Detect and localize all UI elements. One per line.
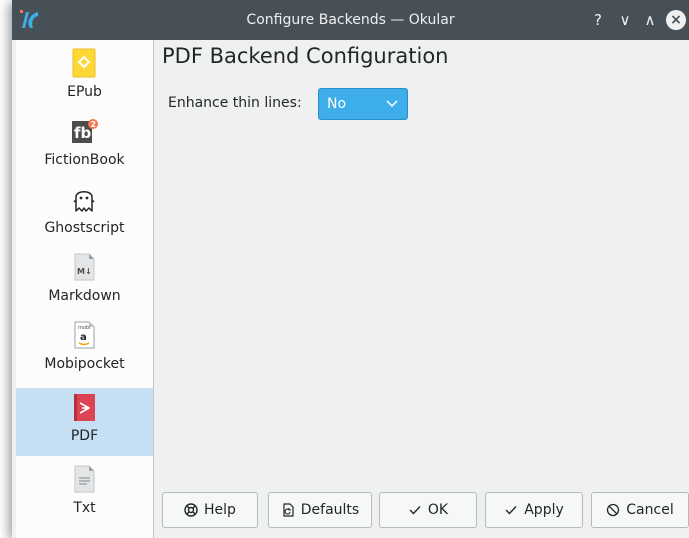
help-button[interactable]: Help [162, 492, 258, 528]
sidebar-item-label: Ghostscript [44, 220, 125, 236]
ghost-icon [73, 191, 95, 212]
sidebar-item-label: Txt [73, 500, 96, 516]
document-revert-icon [283, 503, 294, 517]
close-button[interactable]: × [666, 10, 686, 30]
page-title: PDF Backend Configuration [162, 44, 449, 68]
lifebuoy-icon [184, 503, 198, 517]
backend-list: EPub fb 2 FictionBook Ghostscript M↓ Mar… [16, 40, 154, 538]
pdf-icon [74, 394, 95, 421]
apply-button-label: Apply [524, 502, 564, 518]
checkmark-icon [505, 506, 517, 515]
sidebar-item-markdown[interactable]: M↓ Markdown [16, 248, 153, 316]
sidebar-item-mobipocket[interactable]: mobi a Mobipocket [16, 316, 153, 384]
defaults-button-label: Defaults [300, 502, 360, 518]
text-file-icon [74, 465, 95, 493]
mobipocket-icon-label: mobi [78, 325, 91, 331]
defaults-button[interactable]: Defaults [268, 492, 372, 528]
markdown-icon-text: M↓ [77, 267, 92, 276]
apply-button[interactable]: Apply [485, 492, 583, 528]
sidebar-item-label: EPub [67, 84, 102, 100]
minimize-button[interactable]: ∨ [615, 10, 635, 30]
enhance-thin-lines-label: Enhance thin lines: [168, 95, 302, 111]
maximize-button[interactable]: ∧ [640, 10, 660, 30]
sidebar-item-label: FictionBook [44, 152, 125, 168]
title-bar[interactable]: Configure Backends — Okular ? ∨ ∧ × [12, 0, 689, 40]
context-help-button[interactable]: ? [588, 10, 608, 30]
enhance-thin-lines-dropdown[interactable]: No [318, 88, 408, 120]
fictionbook-badge-text: 2 [91, 120, 97, 129]
sidebar-item-label: Mobipocket [44, 356, 125, 372]
sidebar-item-epub[interactable]: EPub [16, 44, 153, 112]
cancel-button-label: Cancel [626, 502, 674, 518]
sidebar-item-pdf[interactable]: PDF [16, 388, 153, 456]
markdown-icon: M↓ [74, 253, 95, 281]
ok-button[interactable]: OK [379, 492, 477, 528]
sidebar-item-label: PDF [70, 428, 99, 444]
epub-icon [72, 48, 96, 78]
sidebar-item-label: Markdown [48, 288, 121, 304]
checkmark-icon [409, 506, 421, 515]
configure-backends-dialog: Configure Backends — Okular ? ∨ ∧ × EPub… [12, 0, 689, 538]
ok-button-label: OK [427, 502, 449, 518]
chevron-down-icon [386, 100, 398, 108]
sidebar-item-ghostscript[interactable]: Ghostscript [16, 180, 153, 248]
cancel-button[interactable]: Cancel [591, 492, 689, 528]
sidebar-item-txt[interactable]: Txt [16, 460, 153, 528]
mobipocket-icon: mobi a [74, 321, 95, 349]
mobipocket-icon-letter: a [80, 332, 87, 343]
dropdown-selected-value: No [327, 96, 347, 112]
fictionbook-icon: fb 2 [72, 119, 98, 143]
help-button-label: Help [204, 502, 236, 518]
cancel-icon [607, 503, 620, 517]
sidebar-item-fictionbook[interactable]: fb 2 FictionBook [16, 112, 153, 180]
